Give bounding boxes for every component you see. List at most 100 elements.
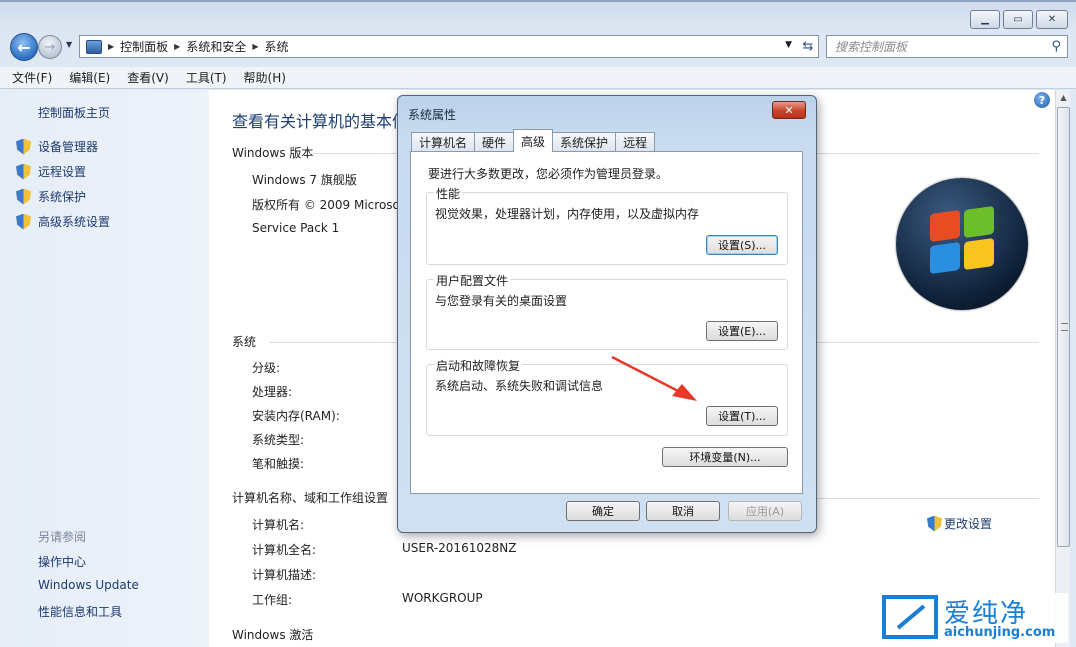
logo-blue-pane: [930, 241, 960, 275]
performance-tools-link[interactable]: 性能信息和工具: [38, 603, 122, 620]
service-pack-value: Service Pack 1: [252, 221, 340, 235]
menu-help[interactable]: 帮助(H): [244, 69, 286, 86]
close-icon: ✕: [784, 103, 794, 117]
startup-recovery-title: 启动和故障恢复: [434, 357, 523, 374]
performance-settings-button[interactable]: 设置(S)...: [706, 235, 778, 255]
user-profiles-group: 用户配置文件 与您登录有关的桌面设置 设置(E)...: [426, 272, 788, 350]
system-heading: 系统: [232, 335, 257, 349]
startup-recovery-desc: 系统启动、系统失败和调试信息: [435, 379, 604, 393]
control-panel-icon: [86, 39, 102, 54]
search-input[interactable]: [835, 39, 1035, 54]
ok-button[interactable]: 确定: [566, 501, 640, 521]
full-name-value: USER-20161028NZ: [402, 541, 517, 555]
chevron-right-icon[interactable]: ▶: [252, 42, 258, 51]
arrow-left-icon: ←: [17, 37, 31, 57]
search-box[interactable]: ⚲: [826, 35, 1068, 58]
maximize-button[interactable]: ▭: [1003, 10, 1033, 29]
page-title: 查看有关计算机的基本信: [232, 112, 409, 131]
device-manager-link[interactable]: 设备管理器: [16, 138, 98, 155]
menu-file[interactable]: 文件(F): [12, 69, 52, 86]
shield-icon: [16, 163, 31, 180]
link-label: 设备管理器: [38, 140, 99, 154]
windows-update-link[interactable]: Windows Update: [38, 578, 139, 592]
remote-settings-link[interactable]: 远程设置: [16, 163, 86, 180]
pen-touch-label: 笔和触摸:: [252, 457, 305, 471]
change-settings-label: 更改设置: [944, 517, 993, 531]
close-button[interactable]: ✕: [1036, 10, 1068, 29]
refresh-button[interactable]: ⇆: [796, 36, 820, 57]
menu-bar: 文件(F) 编辑(E) 查看(V) 工具(T) 帮助(H): [0, 67, 1076, 89]
vertical-scrollbar[interactable]: ▲: [1055, 90, 1070, 647]
tab-computer-name[interactable]: 计算机名: [411, 132, 476, 152]
system-properties-dialog: 系统属性 ✕ 计算机名 硬件 高级 系统保护 远程 要进行大多数更改，您必须作为…: [397, 95, 817, 533]
windows-logo: [896, 178, 1028, 310]
breadcrumb-system[interactable]: 系统: [265, 38, 289, 55]
system-protection-link[interactable]: 系统保护: [16, 188, 86, 205]
advanced-system-settings-link[interactable]: 高级系统设置: [16, 213, 110, 230]
user-profiles-settings-button[interactable]: 设置(E)...: [706, 321, 778, 341]
logo-yellow-pane: [964, 237, 994, 271]
description-label: 计算机描述:: [252, 568, 317, 582]
shield-icon: [16, 213, 31, 230]
tab-hardware[interactable]: 硬件: [474, 132, 515, 152]
user-profiles-title: 用户配置文件: [434, 272, 511, 289]
minimize-icon: ▁: [981, 13, 989, 25]
refresh-icon: ⇆: [802, 39, 814, 54]
activation-heading: Windows 激活: [232, 628, 314, 642]
computer-name-label: 计算机名:: [252, 518, 305, 532]
ram-label: 安装内存(RAM):: [252, 409, 340, 423]
menu-tools[interactable]: 工具(T): [186, 69, 227, 86]
dialog-close-button[interactable]: ✕: [772, 101, 806, 119]
watermark-url: aichunjing.com: [944, 625, 1056, 640]
search-icon[interactable]: ⚲: [1051, 39, 1061, 54]
link-label: 远程设置: [38, 165, 87, 179]
dialog-title: 系统属性: [408, 108, 457, 122]
edition-heading: Windows 版本: [232, 146, 314, 160]
grip-icon: [1061, 323, 1068, 331]
performance-desc: 视觉效果，处理器计划，内存使用，以及虚拟内存: [435, 207, 700, 221]
startup-recovery-settings-button[interactable]: 设置(T)...: [706, 406, 778, 426]
scroll-thumb[interactable]: [1057, 107, 1070, 547]
logo-green-pane: [964, 205, 994, 239]
watermark-logo: 爱纯净 aichunjing.com: [878, 593, 1068, 643]
control-panel-home-link[interactable]: 控制面板主页: [38, 104, 110, 121]
dialog-tabs: 计算机名 硬件 高级 系统保护 远程: [411, 129, 656, 152]
breadcrumb-system-security[interactable]: 系统和安全: [186, 38, 246, 55]
shield-icon: [927, 515, 942, 532]
admin-note: 要进行大多数更改，您必须作为管理员登录。: [428, 167, 669, 181]
forward-button[interactable]: →: [38, 35, 62, 59]
address-bar[interactable]: ▶ 控制面板 ▶ 系统和安全 ▶ 系统 ▼: [79, 35, 819, 58]
tab-system-protection[interactable]: 系统保护: [552, 132, 617, 152]
help-icon[interactable]: ?: [1034, 92, 1050, 108]
change-settings-link[interactable]: 更改设置: [927, 515, 992, 532]
action-center-link[interactable]: 操作中心: [38, 553, 86, 570]
workgroup-label: 工作组:: [252, 593, 293, 607]
performance-group: 性能 视觉效果，处理器计划，内存使用，以及虚拟内存 设置(S)...: [426, 185, 788, 265]
logo-red-pane: [930, 209, 960, 243]
back-button[interactable]: ←: [10, 33, 38, 61]
tab-advanced[interactable]: 高级: [513, 129, 554, 152]
startup-recovery-group: 启动和故障恢复 系统启动、系统失败和调试信息 设置(T)...: [426, 357, 788, 436]
chevron-right-icon[interactable]: ▶: [174, 42, 180, 51]
apply-button[interactable]: 应用(A): [728, 501, 802, 521]
chevron-down-icon[interactable]: ▼: [785, 40, 792, 50]
recent-pages-dropdown[interactable]: ▼: [66, 40, 72, 49]
computer-name-heading: 计算机名称、域和工作组设置: [232, 491, 389, 505]
workgroup-value: WORKGROUP: [402, 591, 483, 605]
edition-value: Windows 7 旗舰版: [252, 173, 357, 187]
shield-icon: [16, 188, 31, 205]
breadcrumb-control-panel[interactable]: 控制面板: [120, 38, 168, 55]
cancel-button[interactable]: 取消: [646, 501, 720, 521]
environment-variables-button[interactable]: 环境变量(N)...: [662, 447, 788, 467]
minimize-button[interactable]: ▁: [970, 10, 1000, 29]
left-pane: 控制面板主页 设备管理器 远程设置 系统保护 高级系统设置 另请参阅 操作中心 …: [0, 90, 209, 647]
scroll-up-icon[interactable]: ▲: [1056, 90, 1071, 106]
menu-view[interactable]: 查看(V): [127, 69, 169, 86]
link-label: 系统保护: [38, 190, 87, 204]
advanced-tab-panel: 要进行大多数更改，您必须作为管理员登录。 性能 视觉效果，处理器计划，内存使用，…: [410, 151, 803, 494]
chevron-right-icon[interactable]: ▶: [108, 42, 114, 51]
user-profiles-desc: 与您登录有关的桌面设置: [435, 294, 568, 308]
tab-remote[interactable]: 远程: [615, 132, 656, 152]
menu-edit[interactable]: 编辑(E): [69, 69, 110, 86]
rating-label: 分级:: [252, 361, 281, 375]
